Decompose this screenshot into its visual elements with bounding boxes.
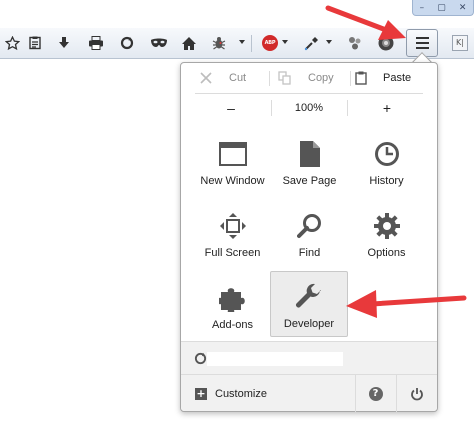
zoom-in-button[interactable]: +	[357, 94, 417, 122]
zoom-separator	[347, 100, 348, 116]
hamburger-bar	[415, 47, 429, 49]
hamburger-bar	[415, 42, 429, 44]
copy-icon	[278, 71, 291, 85]
bookmark-star-icon[interactable]	[2, 33, 22, 53]
developer-wrench-icon	[295, 282, 323, 312]
save-page-icon	[299, 139, 321, 169]
close-button[interactable]: ✕	[459, 1, 467, 15]
customize-label: Customize	[215, 387, 267, 400]
minimize-button[interactable]: –	[420, 1, 425, 15]
add-ons-button[interactable]: Add-ons	[194, 273, 271, 343]
customize-button[interactable]: + Customize	[195, 375, 267, 412]
full-screen-button[interactable]: Full Screen	[194, 201, 271, 271]
find-button[interactable]: Find	[271, 201, 348, 271]
zoom-out-button[interactable]: –	[201, 94, 261, 122]
edit-separator	[269, 71, 270, 86]
help-button[interactable]: ?	[355, 375, 395, 412]
history-button[interactable]: History	[348, 129, 425, 199]
edit-controls-row: Cut Copy Paste	[181, 63, 437, 93]
sync-account-field	[207, 352, 343, 366]
maximize-button[interactable]: ▢	[437, 1, 446, 15]
private-mask-icon[interactable]	[149, 33, 169, 53]
sidebar-toggle-button[interactable]: K|	[452, 35, 468, 51]
scissors-icon	[200, 72, 212, 84]
help-question-icon: ?	[368, 386, 383, 401]
zoom-reset-button[interactable]: 100%	[276, 94, 342, 122]
developer-button[interactable]: Developer	[270, 271, 348, 337]
find-label: Find	[298, 247, 321, 259]
copy-button[interactable]: Copy	[278, 63, 334, 93]
annotation-arrow-developer-icon	[346, 290, 467, 318]
eyedropper-icon[interactable]	[301, 33, 321, 53]
bug-dropdown-chevron-icon[interactable]	[239, 40, 245, 44]
paste-button[interactable]: Paste	[355, 63, 411, 93]
new-window-icon	[218, 139, 247, 169]
sync-status-icon	[194, 352, 207, 365]
hamburger-bar	[415, 37, 429, 39]
paste-label: Paste	[383, 72, 412, 84]
save-page-label: Save Page	[282, 175, 337, 187]
print-icon[interactable]	[86, 33, 106, 53]
cut-button[interactable]: Cut	[199, 63, 246, 93]
new-window-button[interactable]: New Window	[194, 129, 271, 199]
zoom-controls-row: – 100% +	[181, 94, 437, 122]
adblock-badge: ABP	[262, 35, 278, 51]
options-gear-icon	[373, 211, 400, 241]
copy-label: Copy	[308, 72, 334, 84]
quit-button[interactable]	[396, 375, 436, 412]
toolbar-separator	[251, 35, 252, 52]
sync-icon[interactable]	[117, 33, 137, 53]
paste-clipboard-icon	[355, 71, 367, 85]
window-controls: – ▢ ✕	[412, 0, 474, 16]
adblock-dropdown-chevron-icon[interactable]	[282, 40, 288, 44]
full-screen-label: Full Screen	[204, 247, 261, 259]
power-icon	[410, 387, 423, 400]
options-label: Options	[367, 247, 406, 259]
save-page-button[interactable]: Save Page	[271, 129, 348, 199]
adblock-icon[interactable]: ABP	[260, 33, 280, 53]
main-menu-panel: Cut Copy Paste – 100% + New Window Save …	[180, 62, 438, 412]
history-label: History	[369, 175, 404, 187]
history-icon	[373, 139, 401, 169]
menu-footer: + Customize ?	[181, 374, 437, 412]
find-icon	[296, 211, 323, 241]
edit-separator	[350, 71, 351, 86]
bug-icon[interactable]	[209, 33, 229, 53]
download-icon[interactable]	[54, 33, 74, 53]
cut-label: Cut	[229, 72, 247, 84]
annotation-arrow-menu-icon	[325, 5, 406, 40]
developer-label: Developer	[283, 318, 335, 330]
full-screen-icon	[219, 211, 246, 241]
new-window-label: New Window	[200, 175, 265, 187]
home-icon[interactable]	[179, 33, 199, 53]
reading-list-icon[interactable]	[25, 33, 45, 53]
options-button[interactable]: Options	[348, 201, 425, 271]
sync-row[interactable]	[181, 341, 437, 374]
add-ons-puzzle-icon	[218, 283, 247, 313]
add-ons-label: Add-ons	[212, 319, 253, 331]
plus-box-icon: +	[195, 386, 207, 400]
zoom-separator	[271, 100, 272, 116]
